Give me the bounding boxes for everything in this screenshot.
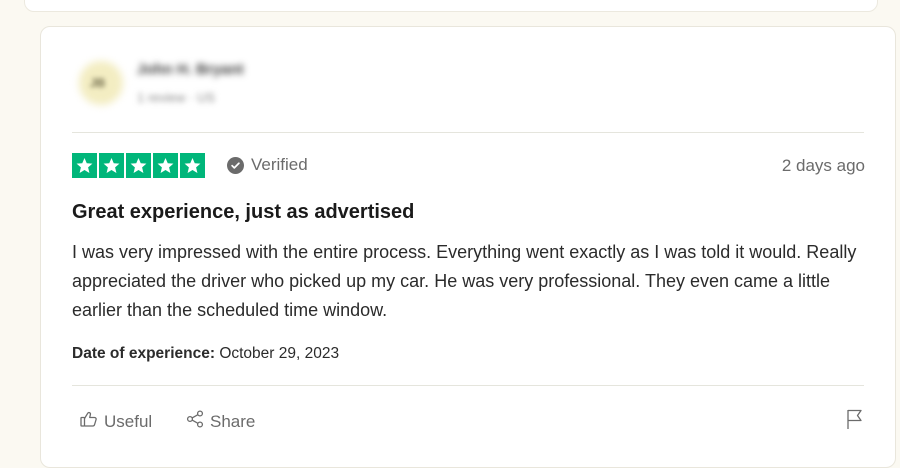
star-icon	[180, 153, 205, 178]
verified-label: Verified	[251, 155, 308, 174]
divider	[72, 385, 864, 386]
experience-label: Date of experience:	[72, 345, 215, 362]
share-button[interactable]: Share	[185, 409, 255, 434]
star-icon	[99, 153, 124, 178]
review-title[interactable]: Great experience, just as advertised	[72, 201, 414, 224]
thumbs-up-icon	[79, 409, 99, 434]
consumer-meta: 1 review · US	[137, 90, 216, 105]
consumer-info[interactable]: JB John H. Bryant 1 review · US	[73, 57, 373, 117]
star-rating	[72, 153, 205, 178]
useful-label: Useful	[104, 411, 153, 431]
divider	[72, 132, 864, 133]
review-body: I was very impressed with the entire pro…	[72, 242, 857, 320]
share-label: Share	[210, 411, 256, 431]
flag-icon	[845, 409, 865, 435]
star-icon	[126, 153, 151, 178]
experience-date: October 29, 2023	[219, 345, 340, 362]
useful-button[interactable]: Useful	[79, 409, 152, 434]
previous-review-card	[24, 0, 878, 12]
consumer-name[interactable]: John H. Bryant	[137, 61, 244, 78]
star-icon	[72, 153, 97, 178]
avatar-initials: JB	[90, 76, 106, 90]
share-icon	[185, 409, 205, 434]
review-card: JB John H. Bryant 1 review · US Verified…	[40, 26, 896, 468]
review-date: 2 days ago	[781, 156, 865, 175]
verified-badge[interactable]: Verified	[227, 155, 308, 175]
date-of-experience: Date of experience: October 29, 2023	[72, 345, 339, 363]
checkmark-icon	[227, 156, 244, 174]
report-button[interactable]	[845, 407, 865, 436]
star-icon	[153, 153, 178, 178]
